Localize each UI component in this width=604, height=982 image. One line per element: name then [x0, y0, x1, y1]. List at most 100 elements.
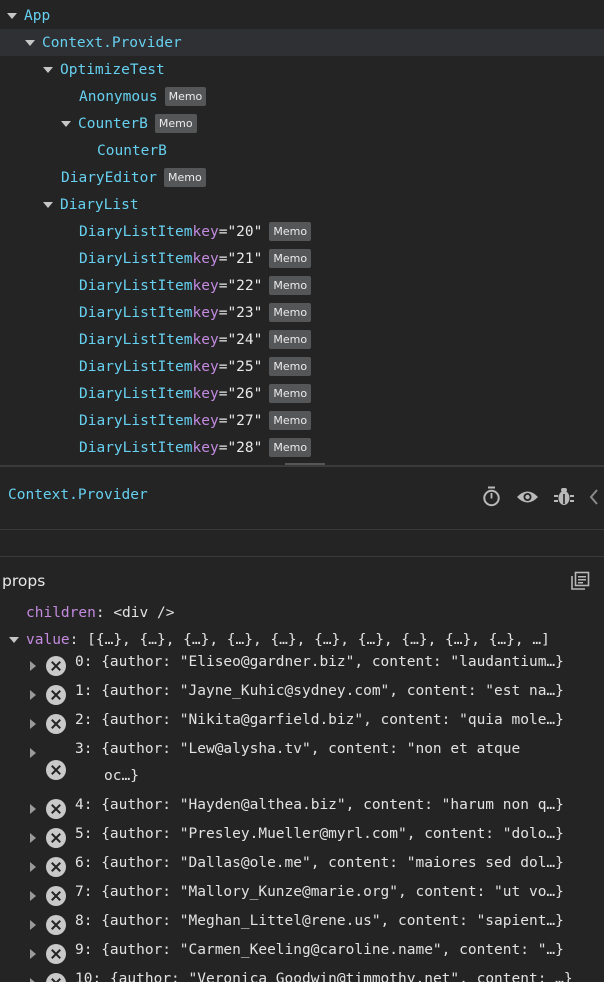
key-name: key	[192, 412, 219, 429]
component-name: App	[24, 7, 51, 24]
tree-item[interactable]: DiaryListItem key = "28" Memo	[0, 434, 604, 461]
entry-value-continued: oc…}	[104, 768, 139, 784]
tree-item[interactable]: DiaryListItem key = "24" Memo	[0, 326, 604, 353]
component-name: DiaryListItem	[79, 223, 193, 240]
prop-children[interactable]: children: <div />	[26, 605, 174, 621]
component-name: CounterB	[78, 115, 148, 132]
entry-index: 6	[75, 855, 84, 871]
tree-item[interactable]: DiaryEditor Memo	[0, 164, 604, 191]
value-entry[interactable]: 1: {author: "Jayne_Kuhic@sydney.com", co…	[75, 683, 564, 699]
tree-item[interactable]: CounterB	[0, 137, 604, 164]
value-entry[interactable]: 10: {author: "Veronica_Goodwin@timmothy.…	[75, 971, 573, 982]
value-entry[interactable]: 7: {author: "Mallory_Kunze@marie.org", c…	[75, 884, 564, 900]
key-value: "25"	[227, 358, 263, 375]
value-entry[interactable]: 3: {author: "Lew@alysha.tv", content: "n…	[75, 741, 520, 757]
tree-item[interactable]: App	[0, 2, 604, 29]
entry-value: {author: "Dallas@ole.me", content: "maio…	[101, 855, 564, 871]
value-entry[interactable]: 2: {author: "Nikita@garfield.biz", conte…	[75, 712, 564, 728]
prop-value-row[interactable]: value: [{…}, {…}, {…}, {…}, {…}, {…}, {……	[26, 632, 550, 648]
bug-icon[interactable]	[554, 486, 574, 511]
delete-entry-icon[interactable]	[46, 944, 66, 964]
expand-arrow-icon[interactable]	[43, 201, 53, 208]
tree-item[interactable]: DiaryListItem key = "26" Memo	[0, 380, 604, 407]
expand-arrow-icon[interactable]	[30, 862, 36, 872]
expand-arrow-icon[interactable]	[30, 920, 36, 930]
memo-badge: Memo	[164, 168, 206, 187]
memo-badge: Memo	[154, 114, 197, 133]
value-entry[interactable]: 9: {author: "Carmen_Keeling@caroline.nam…	[75, 942, 564, 958]
key-name: key	[192, 439, 219, 456]
tree-item[interactable]: CounterB Memo	[0, 110, 604, 137]
tree-item[interactable]: DiaryListItem key = "20" Memo	[0, 218, 604, 245]
delete-entry-icon[interactable]	[46, 886, 66, 906]
component-name: DiaryListItem	[79, 439, 193, 456]
expand-arrow-icon[interactable]	[61, 120, 71, 127]
memo-badge: Memo	[164, 87, 207, 106]
key-value: "23"	[227, 304, 263, 321]
expand-arrow-icon[interactable]	[30, 690, 36, 700]
selected-component-header: Context.Provider	[0, 467, 604, 530]
delete-entry-icon[interactable]	[46, 828, 66, 848]
key-name: key	[192, 304, 219, 321]
component-name: DiaryListItem	[79, 331, 193, 348]
tree-item[interactable]: Anonymous Memo	[0, 83, 604, 110]
delete-entry-icon[interactable]	[46, 973, 66, 982]
entry-value: {author: "Meghan_Littel@rene.us", conten…	[101, 913, 564, 929]
expand-arrow-icon[interactable]	[25, 39, 35, 46]
entry-index: 0	[75, 654, 84, 670]
delete-entry-icon[interactable]	[46, 915, 66, 935]
key-name: key	[192, 277, 219, 294]
value-entry[interactable]: 8: {author: "Meghan_Littel@rene.us", con…	[75, 913, 564, 929]
component-name: OptimizeTest	[60, 61, 165, 78]
copy-icon[interactable]	[570, 571, 590, 595]
delete-entry-icon[interactable]	[46, 760, 66, 780]
eye-icon[interactable]	[516, 488, 539, 510]
expand-arrow-icon[interactable]	[7, 12, 17, 19]
delete-entry-icon[interactable]	[46, 685, 66, 705]
entry-value: {author: "Eliseo@gardner.biz", content: …	[101, 654, 564, 670]
value-entry[interactable]: 6: {author: "Dallas@ole.me", content: "m…	[75, 855, 564, 871]
expand-arrow-icon[interactable]	[43, 66, 53, 73]
prop-key: children	[26, 605, 96, 621]
expand-arrow-icon[interactable]	[30, 748, 36, 758]
tree-item[interactable]: DiaryList	[0, 191, 604, 218]
expand-arrow-icon[interactable]	[30, 833, 36, 843]
source-icon[interactable]	[588, 488, 604, 510]
component-name: Context.Provider	[42, 34, 182, 51]
memo-badge: Memo	[269, 249, 312, 268]
tree-item[interactable]: DiaryListItem key = "27" Memo	[0, 407, 604, 434]
delete-entry-icon[interactable]	[46, 857, 66, 877]
tree-item[interactable]: Context.Provider	[0, 29, 604, 56]
tree-item[interactable]: DiaryListItem key = "23" Memo	[0, 299, 604, 326]
memo-badge: Memo	[269, 330, 312, 349]
value-entry[interactable]: 5: {author: "Presley.Mueller@myrl.com", …	[75, 826, 564, 842]
stopwatch-icon[interactable]	[481, 486, 502, 511]
expand-arrow-icon[interactable]	[9, 637, 19, 643]
expand-arrow-icon[interactable]	[30, 661, 36, 671]
expand-arrow-icon[interactable]	[30, 978, 36, 982]
key-value: "22"	[227, 277, 263, 294]
expand-arrow-icon[interactable]	[30, 804, 36, 814]
value-entry[interactable]: 0: {author: "Eliseo@gardner.biz", conten…	[75, 654, 564, 670]
expand-arrow-icon[interactable]	[30, 719, 36, 729]
delete-entry-icon[interactable]	[46, 656, 66, 676]
entry-value: {author: "Mallory_Kunze@marie.org", cont…	[101, 884, 564, 900]
tree-item[interactable]: DiaryListItem key = "22" Memo	[0, 272, 604, 299]
delete-entry-icon[interactable]	[46, 714, 66, 734]
entry-value: {author: "Lew@alysha.tv", content: "non …	[101, 741, 521, 757]
key-name: key	[192, 331, 219, 348]
value-entry[interactable]: 4: {author: "Hayden@althea.biz", content…	[75, 797, 564, 813]
expand-arrow-icon[interactable]	[30, 891, 36, 901]
component-name: CounterB	[97, 142, 167, 159]
expand-arrow-icon[interactable]	[30, 949, 36, 959]
entry-index: 1	[75, 683, 84, 699]
entry-index: 8	[75, 913, 84, 929]
component-name: Anonymous	[79, 88, 158, 105]
entry-value: {author: "Presley.Mueller@myrl.com", con…	[101, 826, 564, 842]
component-name: DiaryListItem	[79, 358, 193, 375]
tree-item[interactable]: DiaryListItem key = "25" Memo	[0, 353, 604, 380]
key-value: "20"	[227, 223, 263, 240]
delete-entry-icon[interactable]	[46, 799, 66, 819]
tree-item[interactable]: OptimizeTest	[0, 56, 604, 83]
tree-item[interactable]: DiaryListItem key = "21" Memo	[0, 245, 604, 272]
